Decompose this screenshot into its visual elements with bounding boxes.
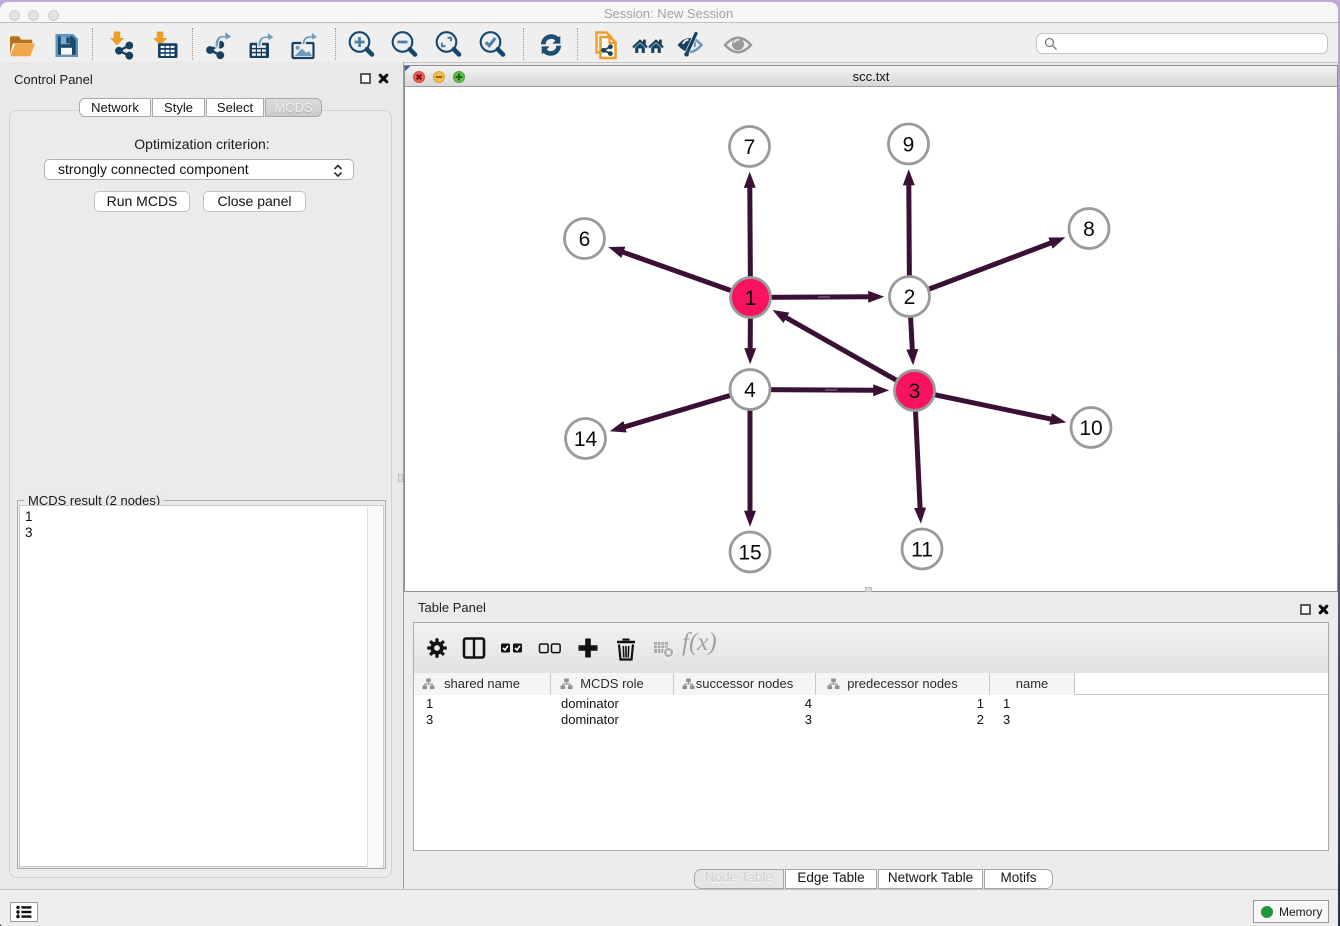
svg-text:11: 11 — [911, 539, 933, 562]
svg-text:6: 6 — [579, 228, 591, 251]
svg-text:10: 10 — [1079, 417, 1102, 440]
svg-text:2: 2 — [904, 286, 916, 309]
svg-text:1: 1 — [745, 287, 757, 310]
svg-text:15: 15 — [738, 542, 761, 565]
svg-text:9: 9 — [903, 134, 915, 157]
svg-text:8: 8 — [1083, 218, 1095, 241]
svg-text:7: 7 — [744, 136, 756, 159]
svg-text:4: 4 — [744, 379, 756, 402]
svg-text:14: 14 — [574, 428, 598, 451]
svg-text:3: 3 — [909, 380, 921, 403]
